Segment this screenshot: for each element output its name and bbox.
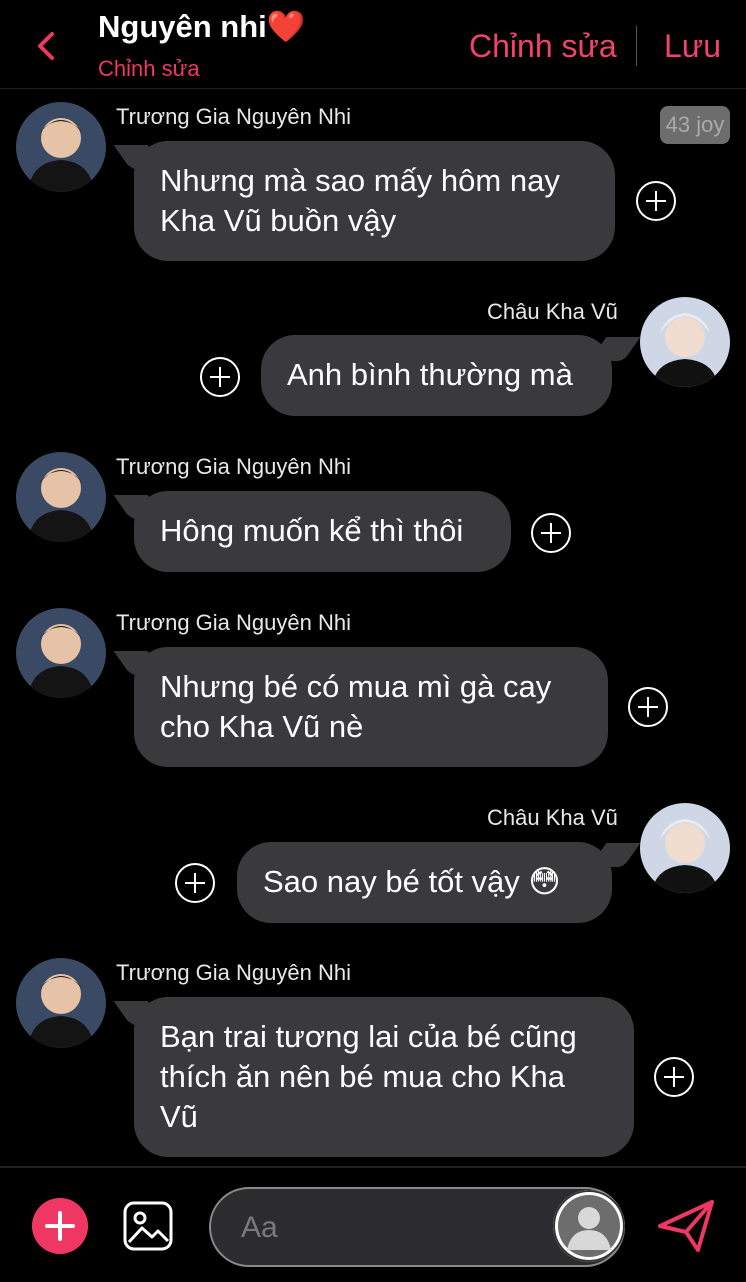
chevron-left-icon[interactable]: [28, 26, 68, 66]
bubble-tail: [589, 843, 641, 867]
message-bubble[interactable]: Anh bình thường mà: [261, 335, 612, 416]
save-button[interactable]: Lưu: [664, 28, 721, 65]
header-divider: [636, 26, 637, 66]
plus-icon[interactable]: [32, 1198, 88, 1254]
plus-circle-icon[interactable]: [199, 356, 241, 398]
message-input[interactable]: [239, 1203, 543, 1253]
avatar[interactable]: [16, 958, 106, 1048]
edit-button[interactable]: Chỉnh sửa: [469, 28, 617, 65]
chat-header: Nguyên nhi❤️ Chỉnh sửa Chỉnh sửa Lưu: [0, 0, 746, 89]
message-bubble[interactable]: Nhưng bé có mua mì gà cay cho Kha Vũ nè: [134, 647, 608, 767]
plus-circle-icon[interactable]: [627, 686, 669, 728]
avatar[interactable]: [640, 803, 730, 893]
sender-name: Trương Gia Nguyên Nhi: [116, 610, 351, 635]
sender-name: Châu Kha Vũ: [487, 805, 618, 830]
sender-name: Châu Kha Vũ: [487, 299, 618, 324]
chat-subtitle[interactable]: Chỉnh sửa: [98, 56, 200, 82]
sender-name: Trương Gia Nguyên Nhi: [116, 454, 351, 479]
profile-icon[interactable]: [553, 1190, 625, 1262]
avatar[interactable]: [16, 608, 106, 698]
chat-title: Nguyên nhi❤️: [98, 8, 305, 45]
plus-circle-icon[interactable]: [530, 512, 572, 554]
plus-circle-icon[interactable]: [653, 1056, 695, 1098]
message-bubble[interactable]: Nhưng mà sao mấy hôm nay Kha Vũ buồn vậy: [134, 141, 615, 261]
message-bubble[interactable]: Sao nay bé tốt vậy 😳: [237, 842, 612, 923]
send-icon[interactable]: [656, 1198, 716, 1254]
sender-name: Trương Gia Nguyên Nhi: [116, 104, 351, 129]
avatar[interactable]: [16, 102, 106, 192]
message-bubble[interactable]: Hông muốn kể thì thôi: [134, 491, 511, 572]
plus-circle-icon[interactable]: [635, 180, 677, 222]
heart-emoji: ❤️: [266, 9, 306, 45]
sender-name: Trương Gia Nguyên Nhi: [116, 960, 351, 985]
image-icon[interactable]: [122, 1200, 174, 1252]
avatar[interactable]: [16, 452, 106, 542]
message-bubble[interactable]: Bạn trai tương lai của bé cũng thích ăn …: [134, 997, 634, 1157]
avatar[interactable]: [640, 297, 730, 387]
joy-badge: 43 joy: [660, 106, 730, 144]
plus-circle-icon[interactable]: [174, 862, 216, 904]
chat-title-text: Nguyên nhi: [98, 9, 267, 44]
